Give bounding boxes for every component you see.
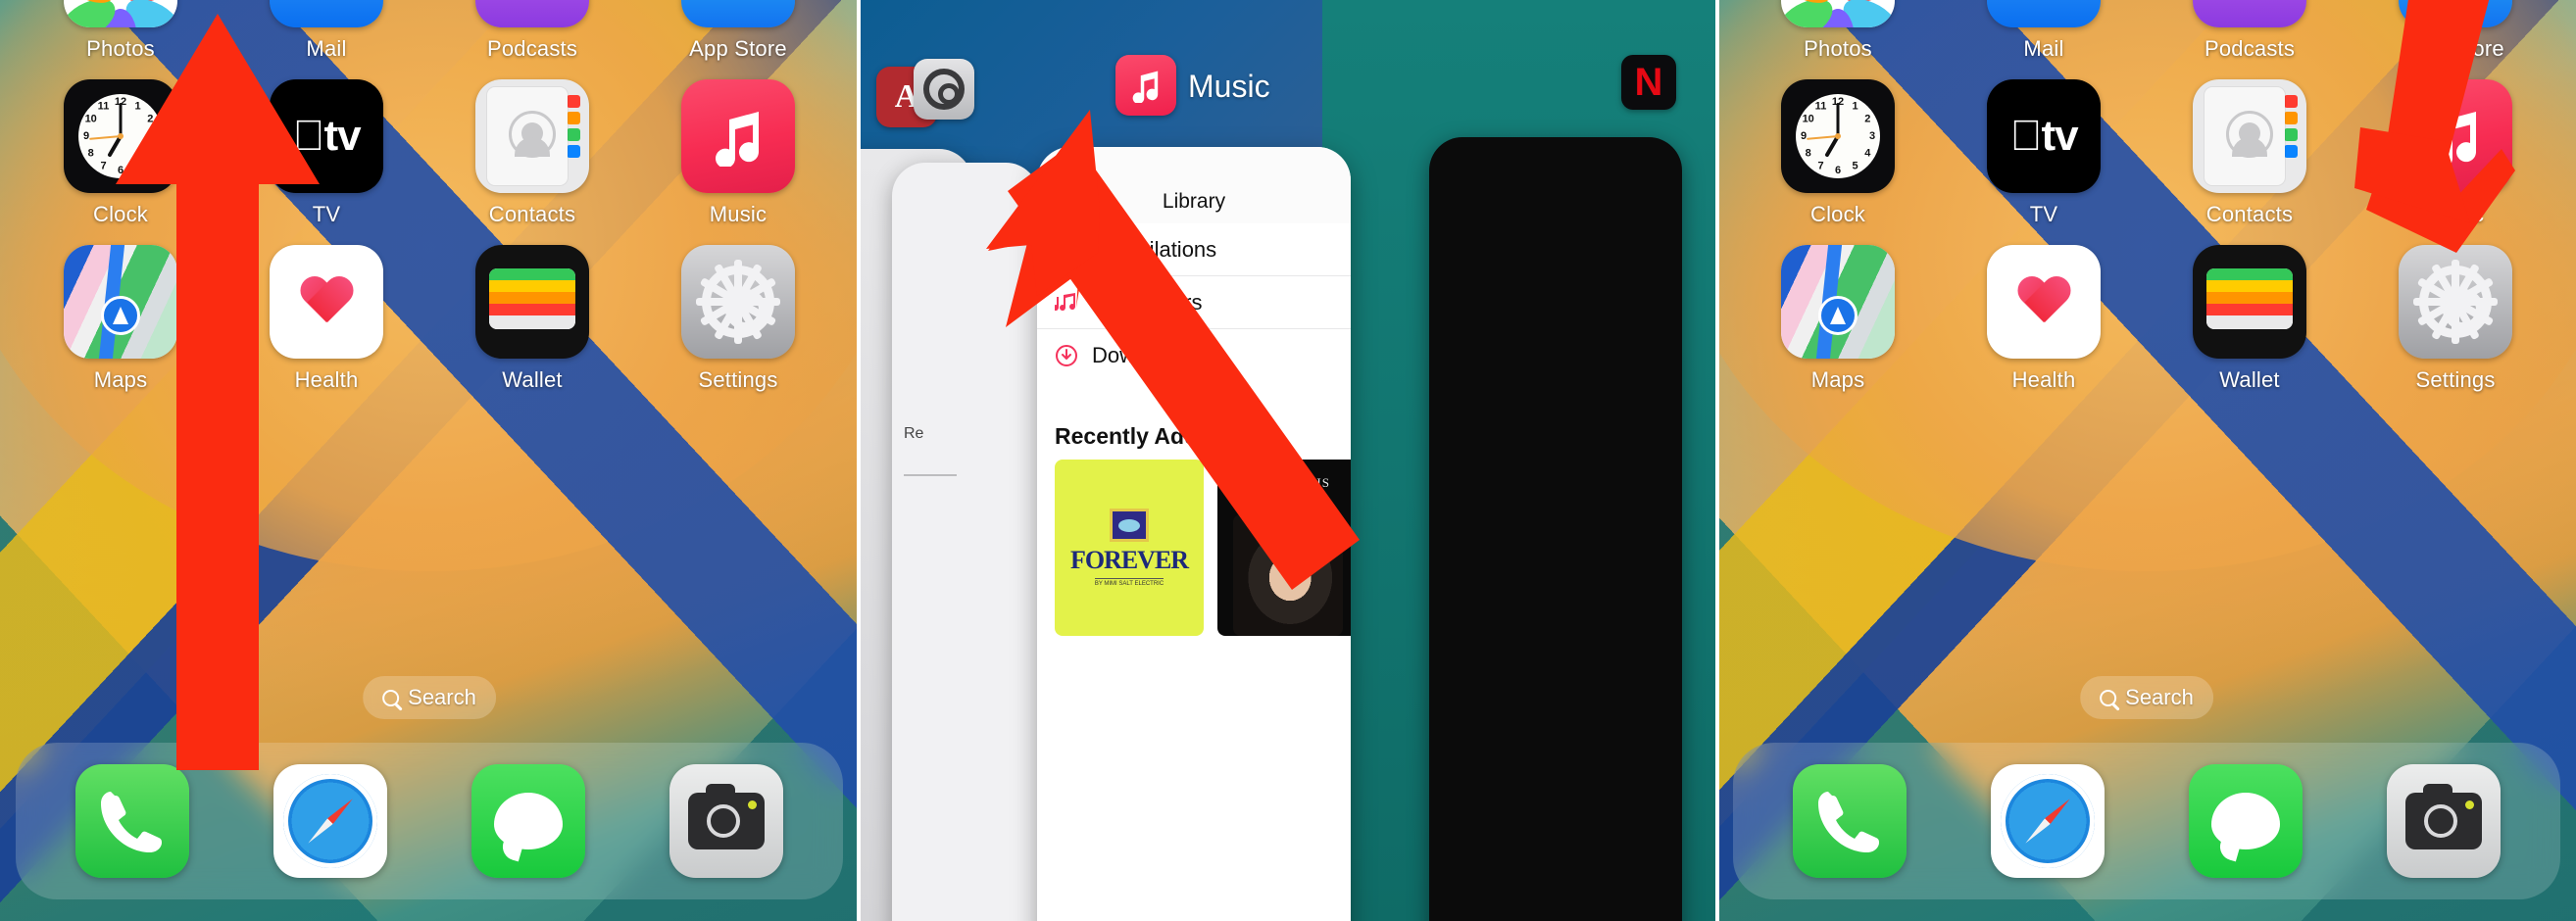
annotation-arrow-up-right	[859, 86, 1398, 870]
camera-icon[interactable]	[2387, 764, 2501, 878]
app-maps[interactable]: Maps	[1735, 245, 1941, 393]
app-label: TV	[2029, 202, 2058, 226]
messages-icon[interactable]	[2189, 764, 2303, 878]
messages-icon[interactable]	[471, 764, 585, 878]
app-tv[interactable]: tv TV	[1941, 79, 2147, 227]
app-label: Health	[2011, 367, 2076, 392]
phone-icon[interactable]	[75, 764, 189, 878]
music-icon	[681, 79, 795, 193]
app-label: Settings	[2415, 367, 2496, 392]
app-store-icon: A	[681, 0, 795, 27]
annotation-arrow-up	[110, 10, 325, 774]
mail-icon	[1987, 0, 2101, 27]
search-label: Search	[2125, 685, 2194, 709]
app-health[interactable]: Health	[1941, 245, 2147, 393]
app-podcasts[interactable]: Podcasts	[429, 0, 635, 62]
netflix-icon[interactable]: N	[1621, 55, 1676, 110]
app-clock[interactable]: 12 1 2 3 4 5 6 7 8 9 10 11	[1735, 79, 1941, 227]
panel-app-switcher: A Music N Re Library Compilations Recent…	[859, 0, 1717, 921]
search-button[interactable]: Search	[2080, 676, 2213, 719]
app-mail[interactable]: Mail	[1941, 0, 2147, 62]
app-music[interactable]: Music	[635, 79, 841, 227]
search-icon	[2100, 689, 2117, 706]
app-label: Music	[709, 202, 768, 226]
safari-icon[interactable]	[1991, 764, 2105, 878]
app-settings[interactable]: Settings	[635, 245, 841, 393]
photos-icon	[1781, 0, 1895, 27]
app-label: Photos	[1804, 36, 1872, 61]
app-label: App Store	[689, 36, 787, 61]
podcasts-icon	[475, 0, 589, 27]
dock	[1733, 743, 2560, 899]
clock-icon: 12 1 2 3 4 5 6 7 8 9 10 11	[1781, 79, 1895, 193]
panel-divider-1	[857, 0, 861, 921]
app-wallet[interactable]: Wallet	[429, 245, 635, 393]
app-label: Settings	[698, 367, 778, 392]
app-label: Clock	[1809, 202, 1865, 226]
app-label: Contacts	[488, 202, 576, 226]
app-label: Wallet	[2219, 367, 2280, 392]
settings-icon	[681, 245, 795, 359]
panel-divider-2	[1715, 0, 1719, 921]
app-contacts[interactable]: Contacts	[429, 79, 635, 227]
annotation-arrow-down	[2241, 0, 2564, 261]
settings-icon	[2399, 245, 2512, 359]
app-app-store[interactable]: A App Store	[635, 0, 841, 62]
health-icon	[1987, 245, 2101, 359]
camera-icon[interactable]	[669, 764, 783, 878]
app-label: Wallet	[502, 367, 563, 392]
search-icon	[382, 689, 400, 706]
app-label: Podcasts	[486, 36, 578, 61]
phone-icon[interactable]	[1793, 764, 1907, 878]
panel-home-screen-before: Photos Mail Podcasts A App Store	[0, 0, 859, 921]
panel-home-screen-after: Photos Mail Podcasts A App Store	[1717, 0, 2576, 921]
tutorial-strip: Photos Mail Podcasts A App Store	[0, 0, 2576, 921]
app-label: Mail	[2023, 36, 2064, 61]
wallet-icon	[475, 245, 589, 359]
safari-icon[interactable]	[273, 764, 387, 878]
app-settings[interactable]: Settings	[2353, 245, 2558, 393]
maps-icon	[1781, 245, 1895, 359]
app-wallet[interactable]: Wallet	[2147, 245, 2353, 393]
contacts-icon	[475, 79, 589, 193]
app-label: Maps	[1810, 367, 1865, 392]
app-photos[interactable]: Photos	[1735, 0, 1941, 62]
wallet-icon	[2193, 245, 2306, 359]
apple-tv-icon: tv	[1987, 79, 2101, 193]
search-button[interactable]: Search	[363, 676, 496, 719]
app-card-background-dark[interactable]	[1429, 137, 1682, 921]
search-label: Search	[408, 685, 476, 709]
